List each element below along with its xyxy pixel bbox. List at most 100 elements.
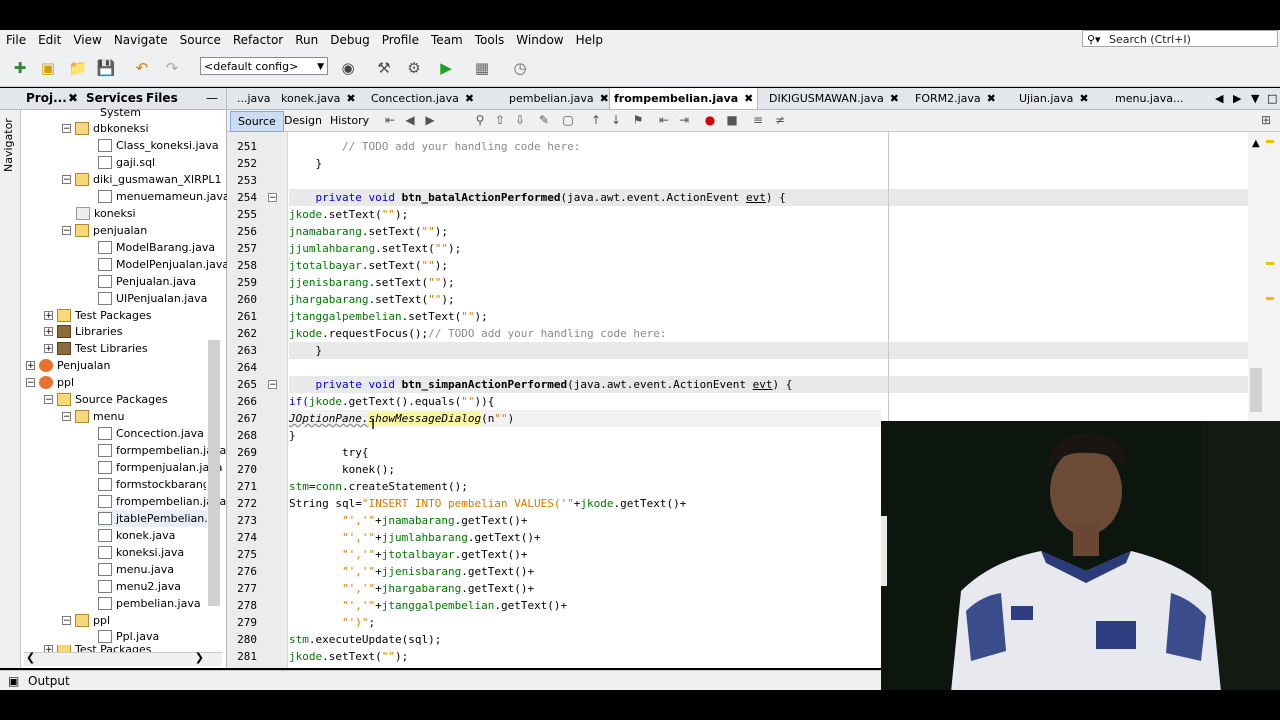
tree-item[interactable]: ModelBarang.java — [98, 239, 215, 256]
tree-item[interactable]: + Test Libraries — [44, 340, 148, 357]
tab-menu[interactable]: menu.java... — [1111, 88, 1187, 109]
tab-frompembelian[interactable]: frompembelian.java ✖ — [609, 88, 759, 109]
tree-item[interactable]: koneksi — [76, 205, 136, 222]
tree-item-selected[interactable]: jtablePembelian.java — [98, 510, 207, 527]
search-input[interactable]: ⚲▾ Search (Ctrl+I) — [1082, 30, 1278, 47]
toggle-rect-select-icon[interactable]: ▢ — [561, 113, 575, 127]
tree-item[interactable]: gaji.sql — [98, 154, 155, 171]
tab-konek[interactable]: konek.java ✖ — [277, 88, 360, 109]
new-file-icon[interactable]: ✚ — [8, 56, 32, 80]
tree-item[interactable]: menuemameun.java — [98, 188, 230, 205]
menu-team[interactable]: Team — [425, 30, 469, 50]
open-project-icon[interactable]: 📁 — [66, 56, 90, 80]
close-icon[interactable]: ✖ — [346, 92, 355, 105]
scroll-right-icon[interactable]: ❯ — [195, 651, 204, 664]
annotation-mark[interactable] — [1266, 262, 1274, 265]
tree-item[interactable]: menu.java — [98, 561, 174, 578]
tree-item[interactable]: ModelPenjualan.java — [98, 256, 229, 273]
left-panel-horizontal-scrollbar[interactable]: ❮ ❯ — [24, 651, 222, 666]
tree-item[interactable]: + Test Packages — [44, 307, 151, 324]
close-icon[interactable]: ✖ — [600, 92, 609, 105]
collapse-icon[interactable]: − — [62, 175, 71, 185]
maximize-icon[interactable]: □ — [1263, 88, 1280, 109]
split-editor-icon[interactable]: ⊞ — [1259, 113, 1273, 127]
expand-icon[interactable]: + — [26, 361, 35, 371]
close-icon[interactable]: ✖ — [1079, 92, 1088, 105]
minimize-icon[interactable]: — — [206, 88, 218, 109]
output-tab[interactable]: Output — [28, 671, 70, 691]
config-globe-icon[interactable]: ◉ — [336, 56, 360, 80]
expand-icon[interactable]: + — [44, 311, 53, 321]
tab-form2[interactable]: FORM2.java ✖ — [911, 88, 1000, 109]
tab-concection[interactable]: Concection.java ✖ — [367, 88, 478, 109]
tree-item[interactable]: koneksi.java — [98, 544, 184, 561]
tree-item[interactable]: konek.java — [98, 527, 175, 544]
tree-item[interactable]: − penjualan — [62, 222, 147, 239]
tab-projects[interactable]: Proj... — [26, 88, 67, 109]
redo-icon[interactable]: ↷ — [160, 56, 184, 80]
collapse-icon[interactable]: − — [62, 616, 71, 626]
tree-item[interactable]: formstockbarang.java — [98, 476, 206, 493]
tree-item[interactable]: pembelian.java — [98, 595, 201, 612]
fold-toggle-icon[interactable]: − — [268, 193, 277, 203]
undo-icon[interactable]: ↶ — [130, 56, 154, 80]
save-all-icon[interactable]: 💾 — [94, 56, 118, 80]
tree-item[interactable]: − ppl — [62, 612, 110, 629]
close-icon[interactable]: ✖ — [744, 92, 753, 105]
record-macro-icon[interactable]: ● — [703, 113, 717, 127]
tab-scroll-left-icon[interactable]: ◀ — [1211, 88, 1227, 109]
next-bookmark-icon[interactable]: ↓ — [609, 113, 623, 127]
close-icon[interactable]: ✖ — [987, 92, 996, 105]
menu-edit[interactable]: Edit — [32, 30, 67, 50]
history-mode-button[interactable]: History — [323, 111, 376, 130]
comment-icon[interactable]: ≡ — [751, 113, 765, 127]
tree-item[interactable]: − ppl — [26, 374, 74, 391]
collapse-icon[interactable]: − — [44, 395, 53, 405]
tree-item[interactable]: Penjualan.java — [98, 273, 196, 290]
tree-item[interactable]: + Libraries — [44, 323, 123, 340]
last-edit-icon[interactable]: ⇤ — [383, 113, 397, 127]
collapse-icon[interactable]: − — [26, 378, 35, 388]
menu-refactor[interactable]: Refactor — [227, 30, 289, 50]
menu-window[interactable]: Window — [510, 30, 569, 50]
collapse-icon[interactable]: − — [62, 226, 71, 236]
tree-item[interactable]: Class_koneksi.java — [98, 137, 219, 154]
profile-icon[interactable]: ◷ — [508, 56, 532, 80]
navigator-tab[interactable]: Navigator — [2, 112, 18, 172]
editor-scrollbar-thumb[interactable] — [1250, 368, 1262, 412]
find-next-icon[interactable]: ⇩ — [513, 113, 527, 127]
annotation-mark[interactable] — [1266, 297, 1274, 300]
collapse-icon[interactable]: − — [62, 124, 71, 134]
scroll-up-icon[interactable]: ▲ — [1252, 138, 1260, 149]
menu-source[interactable]: Source — [174, 30, 227, 50]
stop-macro-icon[interactable]: ■ — [725, 113, 739, 127]
tree-item[interactable]: menu2.java — [98, 578, 181, 595]
uncomment-icon[interactable]: ≠ — [773, 113, 787, 127]
design-mode-button[interactable]: Design — [277, 111, 329, 130]
expand-icon[interactable]: + — [44, 344, 53, 354]
tree-item[interactable]: − menu — [62, 408, 124, 425]
menu-debug[interactable]: Debug — [324, 30, 375, 50]
tree-item[interactable]: UIPenjualan.java — [98, 290, 207, 307]
shift-right-icon[interactable]: ⇥ — [677, 113, 691, 127]
tab-java[interactable]: ...java — [233, 88, 275, 109]
tab-pembelian[interactable]: pembelian.java ✖ — [505, 88, 613, 109]
config-select[interactable]: <default config> ▼ — [200, 57, 328, 75]
menu-view[interactable]: View — [67, 30, 107, 50]
tree-item[interactable]: frompembelian.java — [98, 493, 226, 510]
back-icon[interactable]: ◀ — [403, 113, 417, 127]
find-icon[interactable]: ⚲ — [473, 113, 487, 127]
tree-item[interactable]: Ppl.java — [98, 628, 159, 645]
find-prev-icon[interactable]: ⇧ — [493, 113, 507, 127]
new-project-icon[interactable]: ▣ — [36, 56, 60, 80]
close-icon[interactable]: ✖ — [890, 92, 899, 105]
tab-list-icon[interactable]: ▼ — [1247, 88, 1263, 109]
tree-item[interactable]: − Source Packages — [44, 391, 168, 408]
shift-left-icon[interactable]: ⇤ — [657, 113, 671, 127]
tab-scroll-right-icon[interactable]: ▶ — [1229, 88, 1245, 109]
prev-bookmark-icon[interactable]: ↑ — [589, 113, 603, 127]
output-icon[interactable]: ▣ — [8, 671, 19, 691]
expand-icon[interactable]: + — [44, 327, 53, 337]
fold-toggle-icon[interactable]: − — [268, 380, 277, 390]
menu-run[interactable]: Run — [289, 30, 324, 50]
